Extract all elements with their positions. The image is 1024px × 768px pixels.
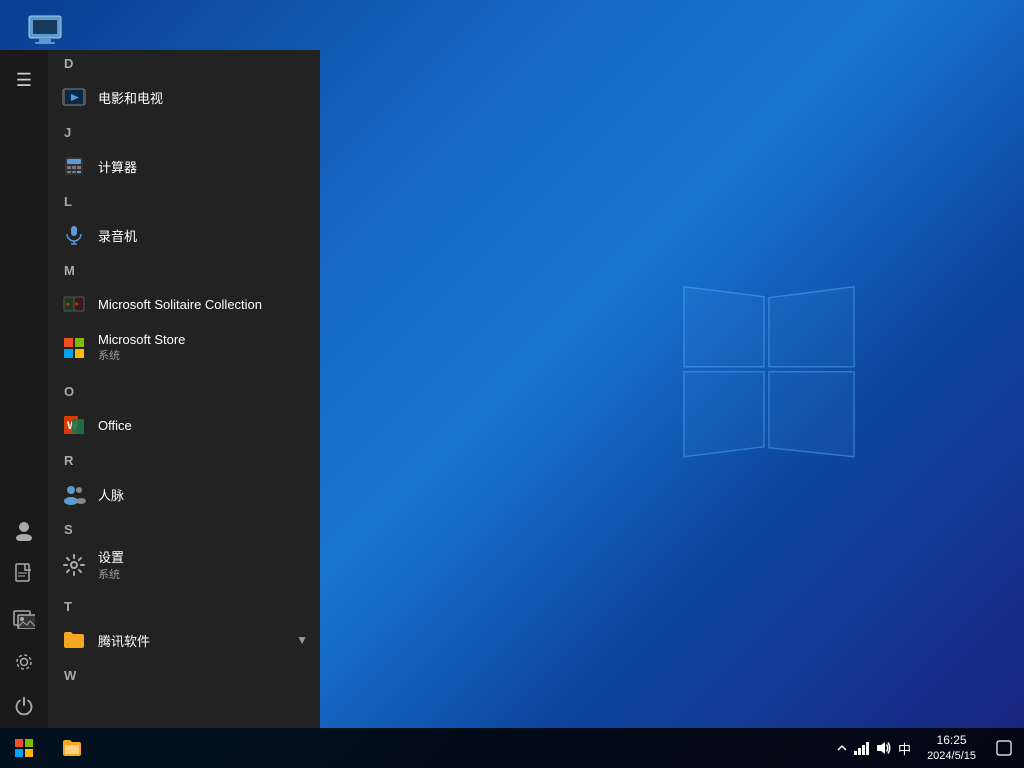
app-item-voice-recorder[interactable]: 录音机: [48, 213, 320, 257]
start-button[interactable]: [0, 728, 48, 768]
taskbar-right: 中 16:25 2024/5/15: [828, 728, 1024, 768]
hamburger-menu-button[interactable]: ☰: [0, 58, 48, 102]
tencent-label: 腾讯软件: [98, 631, 150, 650]
ms-store-sub: 系统: [98, 347, 185, 363]
voice-recorder-label: 录音机: [98, 226, 137, 245]
calculator-label: 计算器: [98, 157, 137, 176]
section-header-t: T: [48, 593, 320, 618]
movies-tv-label: 电影和电视: [98, 88, 163, 107]
documents-button[interactable]: [0, 552, 48, 596]
start-menu-sidebar: ☰: [0, 50, 48, 728]
app-item-office[interactable]: W Office: [48, 403, 320, 447]
photos-icon: [13, 607, 35, 629]
time-display: 16:25: [937, 733, 967, 749]
voice-recorder-icon: [60, 221, 88, 249]
taskbar: 中 16:25 2024/5/15: [0, 728, 1024, 768]
section-header-l: L: [48, 188, 320, 213]
network-icon[interactable]: [854, 741, 870, 755]
section-header-d: D: [48, 50, 320, 75]
user-account-button[interactable]: [0, 508, 48, 552]
settings-gear-icon: [13, 651, 35, 673]
section-header-m: M: [48, 257, 320, 282]
notification-button[interactable]: [984, 728, 1024, 768]
settings-label: 设置: [98, 550, 124, 565]
ms-store-icon: [60, 334, 88, 362]
solitaire-icon: ♠ ♦: [60, 290, 88, 318]
app-list: D 电影和电视 J: [48, 50, 320, 728]
volume-icon[interactable]: [876, 741, 892, 755]
folder-icon: [60, 626, 88, 654]
date-display: 2024/5/15: [927, 749, 976, 763]
app-item-solitaire[interactable]: ♠ ♦ Microsoft Solitaire Collection: [48, 282, 320, 326]
movies-tv-icon: [60, 83, 88, 111]
solitaire-label: Microsoft Solitaire Collection: [98, 297, 262, 312]
section-header-s: S: [48, 516, 320, 541]
app-item-calculator[interactable]: 计算器: [48, 144, 320, 188]
app-item-ms-store[interactable]: Microsoft Store 系统: [48, 326, 320, 378]
settings-button[interactable]: [0, 640, 48, 684]
calculator-icon: [60, 152, 88, 180]
language-indicator[interactable]: 中: [898, 739, 911, 758]
svg-text:♠: ♠: [66, 301, 70, 308]
network-signal-icon: [854, 741, 870, 755]
people-icon: [60, 480, 88, 508]
taskbar-file-explorer-button[interactable]: [48, 728, 96, 768]
windows-logo-decoration: [674, 277, 864, 472]
notification-icon: [996, 740, 1012, 756]
tray-chevron[interactable]: [836, 742, 848, 754]
office-icon: W: [60, 411, 88, 439]
language-label: 中: [898, 739, 911, 758]
ms-store-label: Microsoft Store: [98, 332, 185, 347]
section-header-w: W: [48, 662, 320, 687]
photos-button[interactable]: [0, 596, 48, 640]
document-icon: [14, 563, 34, 585]
svg-text:♦: ♦: [75, 301, 79, 308]
section-header-j: J: [48, 119, 320, 144]
office-label: Office: [98, 418, 132, 433]
desktop: 此电脑 ☰: [0, 0, 1024, 768]
windows-start-icon: [15, 739, 33, 757]
file-explorer-icon: [61, 737, 83, 759]
settings-app-icon: [60, 551, 88, 579]
computer-icon: [25, 10, 65, 50]
folder-expand-arrow: ▼: [296, 633, 308, 647]
settings-sub: 系统: [98, 566, 124, 582]
app-item-people[interactable]: 人脉: [48, 472, 320, 516]
app-item-movies-tv[interactable]: 电影和电视: [48, 75, 320, 119]
taskbar-clock[interactable]: 16:25 2024/5/15: [919, 728, 984, 768]
volume-speaker-icon: [876, 741, 892, 755]
app-item-settings[interactable]: 设置 系统: [48, 541, 320, 593]
chevron-up-icon: [836, 742, 848, 754]
user-icon: [13, 519, 35, 541]
section-header-o: O: [48, 378, 320, 403]
system-tray: 中: [828, 728, 919, 768]
section-header-r: R: [48, 447, 320, 472]
app-item-tencent[interactable]: 腾讯软件 ▼: [48, 618, 320, 662]
people-label: 人脉: [98, 485, 124, 504]
power-button[interactable]: [0, 684, 48, 728]
power-icon: [13, 695, 35, 717]
